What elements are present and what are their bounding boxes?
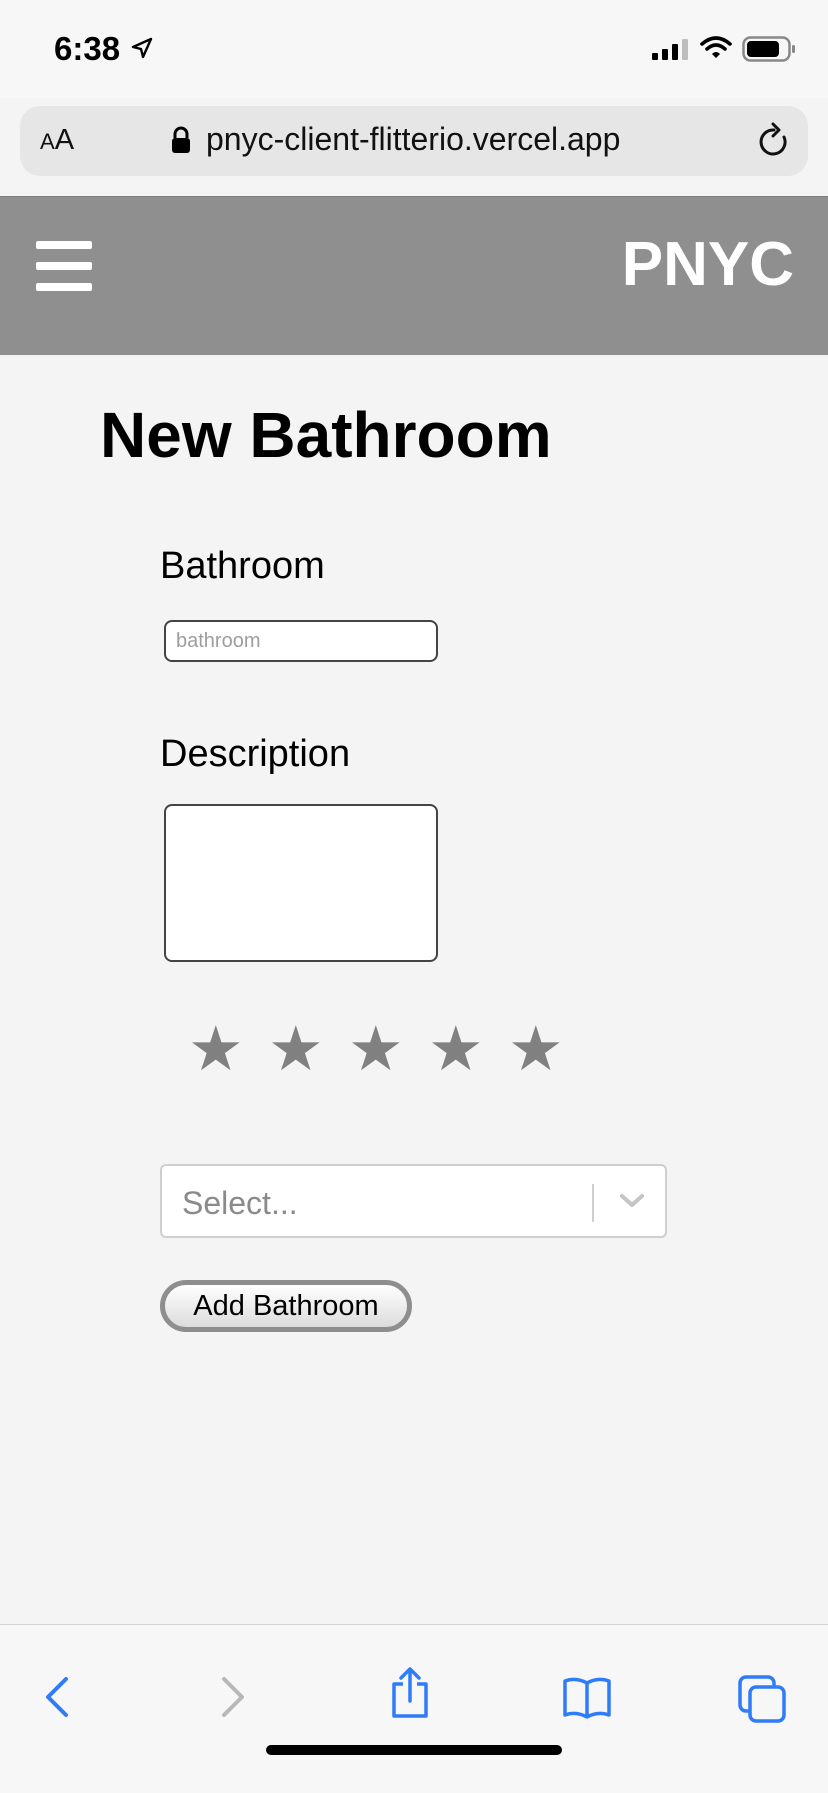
forward-icon[interactable] xyxy=(218,1675,248,1719)
reload-icon[interactable] xyxy=(756,122,792,160)
wifi-icon xyxy=(700,36,732,58)
bathroom-input[interactable] xyxy=(164,620,438,662)
battery-icon xyxy=(742,36,795,62)
bookmarks-icon[interactable] xyxy=(562,1675,612,1719)
signal-icon xyxy=(652,39,688,60)
bathroom-label: Bathroom xyxy=(160,545,325,587)
site-header: PNYC xyxy=(0,197,828,355)
status-bar: 6:38 xyxy=(0,0,828,98)
lock-icon xyxy=(172,126,190,153)
menu-icon[interactable] xyxy=(36,241,92,291)
tabs-icon[interactable] xyxy=(738,1675,786,1723)
chevron-down-icon[interactable] xyxy=(619,1192,645,1210)
location-arrow-icon xyxy=(131,37,153,59)
add-bathroom-button[interactable]: Add Bathroom xyxy=(160,1280,412,1332)
star-2-icon[interactable]: ★ xyxy=(268,1012,348,1085)
share-icon[interactable] xyxy=(390,1667,430,1719)
star-5-icon[interactable]: ★ xyxy=(508,1012,588,1085)
star-rating[interactable]: ★ ★ ★ ★ ★ xyxy=(188,1012,588,1092)
brand-logo[interactable]: PNYC xyxy=(622,229,794,300)
back-icon[interactable] xyxy=(42,1675,72,1719)
url-text[interactable]: pnyc-client-flitterio.vercel.app xyxy=(206,121,620,158)
status-time: 6:38 xyxy=(54,30,121,67)
category-select[interactable]: Select... xyxy=(160,1164,667,1238)
browser-toolbar xyxy=(0,1624,828,1793)
star-1-icon[interactable]: ★ xyxy=(188,1012,268,1085)
description-textarea[interactable] xyxy=(164,804,438,962)
address-bar[interactable]: AA pnyc-client-flitterio.vercel.app xyxy=(20,106,808,176)
select-separator xyxy=(592,1184,594,1222)
select-placeholder: Select... xyxy=(182,1185,298,1221)
home-indicator xyxy=(266,1745,562,1755)
description-label: Description xyxy=(160,733,351,775)
page-title: New Bathroom xyxy=(100,399,552,471)
star-4-icon[interactable]: ★ xyxy=(428,1012,508,1085)
reader-text-size-button[interactable]: AA xyxy=(40,124,74,157)
star-3-icon[interactable]: ★ xyxy=(348,1012,428,1085)
